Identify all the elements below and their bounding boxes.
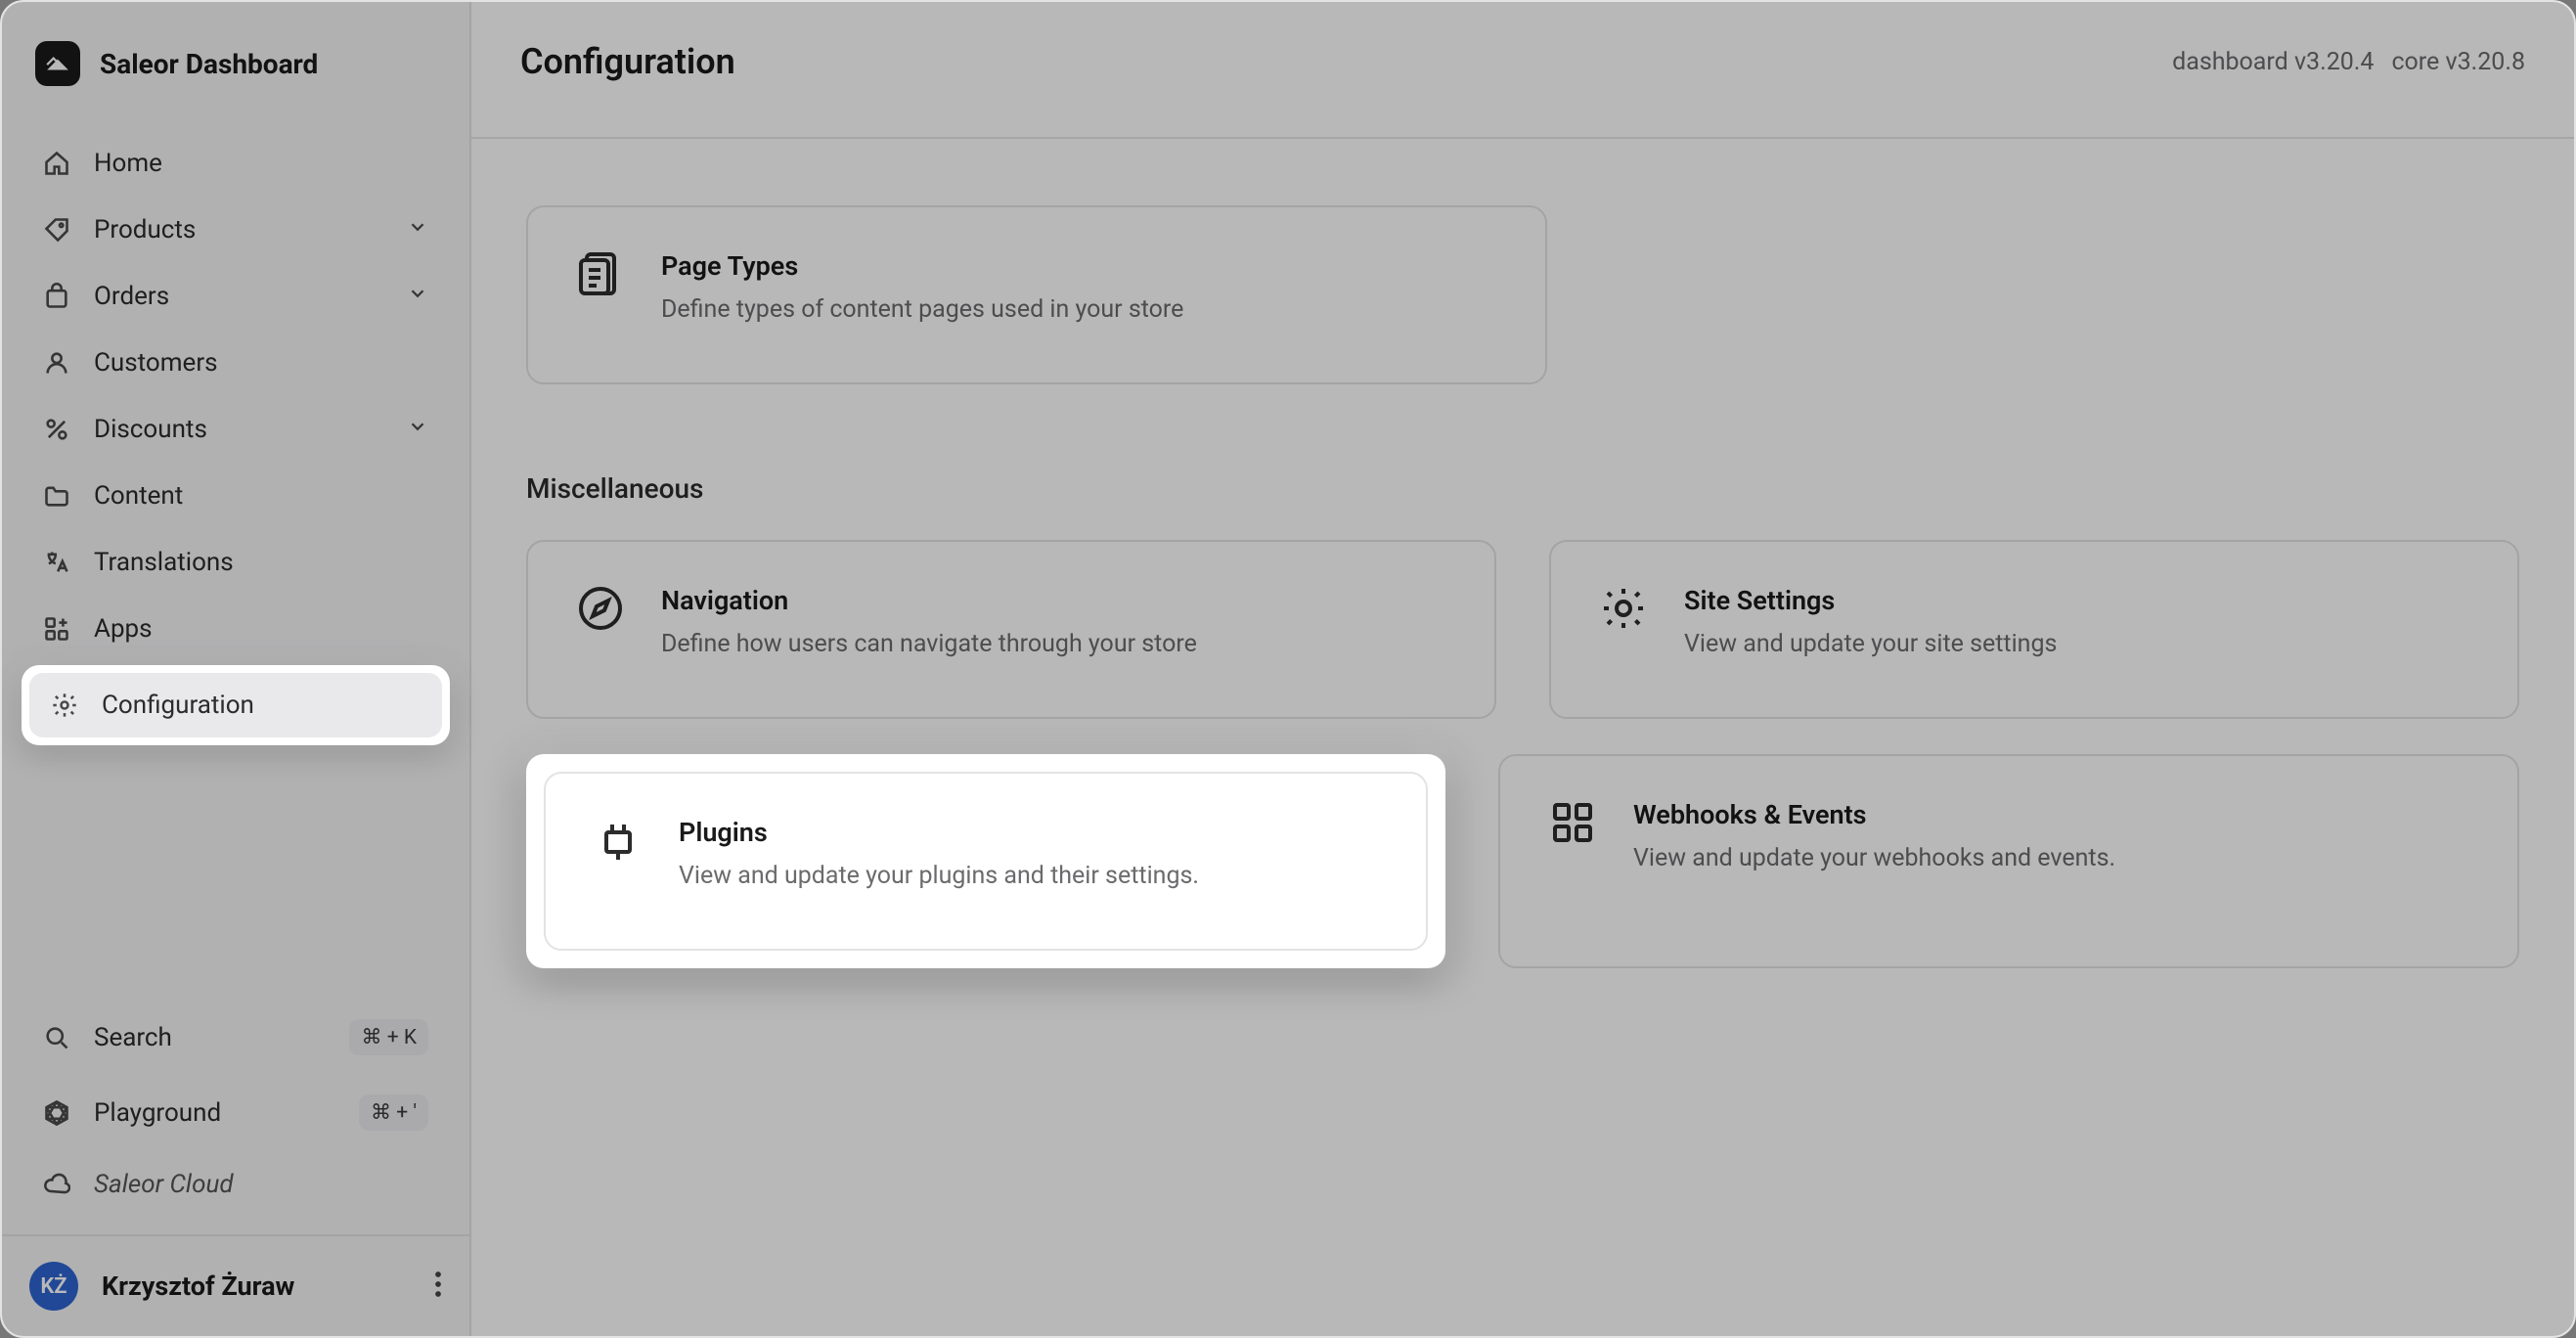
card-row: Page Types Define types of content pages… bbox=[471, 205, 2574, 384]
more-vertical-icon[interactable] bbox=[434, 1270, 442, 1303]
sidebar-nav: Home Products Orders bbox=[2, 131, 469, 747]
percent-icon bbox=[43, 416, 70, 443]
sidebar-item-label: Translations bbox=[94, 548, 428, 577]
sidebar-item-label: Playground bbox=[94, 1098, 335, 1128]
sidebar-saleor-cloud[interactable]: Saleor Cloud bbox=[22, 1152, 450, 1217]
sidebar-item-label: Apps bbox=[94, 614, 428, 644]
sidebar-item-orders[interactable]: Orders bbox=[22, 264, 450, 329]
card-body: Plugins View and update your plugins and… bbox=[679, 817, 1199, 890]
saleor-logo-icon bbox=[35, 41, 80, 86]
gear-icon bbox=[51, 691, 78, 719]
card-title: Webhooks & Events bbox=[1633, 799, 2115, 830]
sidebar-item-label: Products bbox=[94, 215, 383, 245]
page-title: Configuration bbox=[520, 41, 735, 82]
card-desc: View and update your webhooks and events… bbox=[1633, 844, 2115, 872]
sidebar-item-content[interactable]: Content bbox=[22, 464, 450, 528]
card-title: Site Settings bbox=[1684, 585, 2057, 616]
avatar: KŻ bbox=[29, 1262, 78, 1311]
navigate-icon bbox=[577, 585, 624, 632]
plug-icon bbox=[595, 817, 642, 864]
card-row: Navigation Define how users can navigate… bbox=[471, 540, 2574, 719]
folder-icon bbox=[43, 482, 70, 510]
app-frame: Saleor Dashboard Home Products bbox=[0, 0, 2576, 1338]
cloud-icon bbox=[43, 1171, 70, 1198]
sidebar-search[interactable]: Search ⌘ + K bbox=[22, 1002, 450, 1073]
card-desc: View and update your plugins and their s… bbox=[679, 862, 1199, 890]
card-row: Plugins View and update your plugins and… bbox=[471, 754, 2574, 968]
chevron-down-icon bbox=[407, 215, 428, 245]
card-navigation[interactable]: Navigation Define how users can navigate… bbox=[526, 540, 1496, 719]
sidebar-bottom: Search ⌘ + K Playground ⌘ + ' Saleor Clo… bbox=[2, 1002, 469, 1217]
card-plugins[interactable]: Plugins View and update your plugins and… bbox=[544, 772, 1428, 951]
sidebar-item-label: Configuration bbox=[102, 691, 421, 720]
card-body: Webhooks & Events View and update your w… bbox=[1633, 799, 2115, 908]
sidebar-item-label: Saleor Cloud bbox=[94, 1170, 428, 1199]
highlight-configuration: Configuration bbox=[22, 665, 450, 745]
highlight-plugins: Plugins View and update your plugins and… bbox=[526, 754, 1445, 968]
sidebar-item-label: Customers bbox=[94, 348, 428, 378]
brand-name: Saleor Dashboard bbox=[100, 48, 318, 80]
apps-grid-icon bbox=[43, 615, 70, 643]
main: Configuration dashboard v3.20.4 core v3.… bbox=[471, 2, 2574, 1336]
grid-icon bbox=[1549, 799, 1596, 846]
card-page-types[interactable]: Page Types Define types of content pages… bbox=[526, 205, 1547, 384]
sidebar-playground[interactable]: Playground ⌘ + ' bbox=[22, 1077, 450, 1148]
brand[interactable]: Saleor Dashboard bbox=[2, 2, 469, 131]
page-types-icon bbox=[577, 250, 624, 297]
sidebar-item-label: Home bbox=[94, 149, 428, 178]
topbar: Configuration dashboard v3.20.4 core v3.… bbox=[471, 2, 2574, 139]
translate-icon bbox=[43, 549, 70, 576]
card-body: Site Settings View and update your site … bbox=[1684, 585, 2057, 658]
version-info: dashboard v3.20.4 core v3.20.8 bbox=[2172, 48, 2525, 76]
sidebar-item-label: Content bbox=[94, 481, 428, 511]
sidebar-spacer bbox=[2, 747, 469, 1002]
card-site-settings[interactable]: Site Settings View and update your site … bbox=[1549, 540, 2519, 719]
card-title: Plugins bbox=[679, 817, 1199, 848]
gear-icon bbox=[1600, 585, 1647, 632]
tag-icon bbox=[43, 216, 70, 244]
sidebar-item-translations[interactable]: Translations bbox=[22, 530, 450, 595]
card-body: Page Types Define types of content pages… bbox=[661, 250, 1183, 324]
card-body: Navigation Define how users can navigate… bbox=[661, 585, 1197, 658]
card-desc: Define types of content pages used in yo… bbox=[661, 295, 1183, 324]
card-desc: Define how users can navigate through yo… bbox=[661, 630, 1197, 658]
sidebar: Saleor Dashboard Home Products bbox=[2, 2, 471, 1336]
sidebar-item-customers[interactable]: Customers bbox=[22, 331, 450, 395]
sidebar-item-label: Search bbox=[94, 1023, 326, 1052]
card-desc: View and update your site settings bbox=[1684, 630, 2057, 658]
content: Page Types Define types of content pages… bbox=[471, 139, 2574, 1336]
card-webhooks[interactable]: Webhooks & Events View and update your w… bbox=[1498, 754, 2519, 968]
sidebar-item-apps[interactable]: Apps bbox=[22, 597, 450, 661]
playground-shortcut: ⌘ + ' bbox=[359, 1094, 428, 1131]
version-core: core v3.20.8 bbox=[2391, 48, 2525, 76]
user-icon bbox=[43, 349, 70, 377]
user-row[interactable]: KŻ Krzysztof Żuraw bbox=[2, 1234, 469, 1336]
sidebar-item-label: Discounts bbox=[94, 415, 383, 444]
search-icon bbox=[43, 1024, 70, 1051]
sidebar-item-discounts[interactable]: Discounts bbox=[22, 397, 450, 462]
section-heading-misc: Miscellaneous bbox=[471, 472, 2574, 505]
sidebar-item-products[interactable]: Products bbox=[22, 198, 450, 262]
sidebar-item-configuration[interactable]: Configuration bbox=[29, 673, 442, 737]
chevron-down-icon bbox=[407, 415, 428, 444]
home-icon bbox=[43, 150, 70, 177]
graphql-icon bbox=[43, 1099, 70, 1127]
chevron-down-icon bbox=[407, 282, 428, 311]
bag-icon bbox=[43, 283, 70, 310]
card-title: Page Types bbox=[661, 250, 1183, 282]
sidebar-item-home[interactable]: Home bbox=[22, 131, 450, 196]
sidebar-item-label: Orders bbox=[94, 282, 383, 311]
user-name: Krzysztof Żuraw bbox=[102, 1271, 411, 1302]
card-title: Navigation bbox=[661, 585, 1197, 616]
app: Saleor Dashboard Home Products bbox=[2, 2, 2574, 1336]
search-shortcut: ⌘ + K bbox=[349, 1019, 428, 1055]
version-dashboard: dashboard v3.20.4 bbox=[2172, 48, 2374, 76]
